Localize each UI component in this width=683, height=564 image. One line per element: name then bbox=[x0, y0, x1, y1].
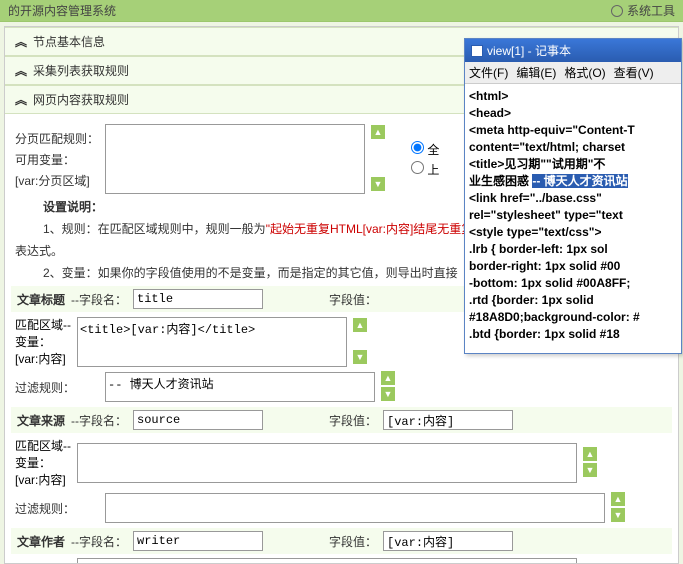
paging-var-value: [var:分页区域] bbox=[15, 172, 99, 189]
source-filter-textarea[interactable] bbox=[105, 493, 605, 523]
paging-rule-label: 分页匹配规则： bbox=[15, 130, 99, 147]
spin-up-icon[interactable]: ▲ bbox=[381, 371, 395, 385]
var-label: 变量： bbox=[15, 333, 71, 350]
chevron-up-icon: ︽ bbox=[15, 33, 27, 50]
notepad-body[interactable]: <html> <head> <meta http-equiv="Content-… bbox=[465, 84, 681, 347]
filter-label: 过滤规则： bbox=[15, 379, 99, 396]
writer-area-textarea[interactable] bbox=[77, 558, 577, 564]
title-filter-textarea[interactable]: -- 博天人才资讯站 bbox=[105, 372, 375, 402]
spin-down-icon[interactable]: ▼ bbox=[611, 508, 625, 522]
system-tool-button[interactable]: 系统工具 bbox=[611, 2, 675, 19]
var-value: [var:内容] bbox=[15, 350, 71, 367]
radio-all[interactable]: 全 bbox=[411, 141, 439, 158]
writer-fieldname-input[interactable] bbox=[133, 531, 263, 551]
spin-up-icon[interactable]: ▲ bbox=[353, 318, 367, 332]
notepad-selection: -- 博天人才资讯站 bbox=[532, 174, 627, 188]
paging-var-label: 可用变量： bbox=[15, 151, 99, 168]
spin-up-icon[interactable]: ▲ bbox=[583, 447, 597, 461]
notepad-icon bbox=[471, 45, 483, 57]
notepad-window[interactable]: view[1] - 记事本 文件(F) 编辑(E) 格式(O) 查看(V) <h… bbox=[464, 38, 682, 354]
spin-down-icon[interactable]: ▼ bbox=[381, 387, 395, 401]
source-area-textarea[interactable] bbox=[77, 443, 577, 483]
menu-format[interactable]: 格式(O) bbox=[564, 64, 605, 81]
notepad-menubar: 文件(F) 编辑(E) 格式(O) 查看(V) bbox=[465, 62, 681, 84]
title-fieldname-input[interactable] bbox=[133, 289, 263, 309]
match-area-label: 匹配区域-- bbox=[15, 316, 71, 333]
app-title: 的开源内容管理系统 bbox=[8, 2, 116, 19]
radio-up[interactable]: 上 bbox=[411, 161, 439, 178]
paging-rule-textarea[interactable] bbox=[105, 124, 365, 194]
menu-edit[interactable]: 编辑(E) bbox=[516, 64, 556, 81]
spin-down-icon[interactable]: ▼ bbox=[371, 177, 385, 191]
chevron-up-icon: ︽ bbox=[15, 91, 27, 108]
chevron-up-icon: ︽ bbox=[15, 62, 27, 79]
spinner: ▲▼ bbox=[371, 125, 385, 193]
source-fieldvalue-input[interactable] bbox=[383, 410, 513, 430]
writer-fieldvalue-input[interactable] bbox=[383, 531, 513, 551]
source-fieldname-input[interactable] bbox=[133, 410, 263, 430]
spin-up-icon[interactable]: ▲ bbox=[611, 492, 625, 506]
menu-view[interactable]: 查看(V) bbox=[614, 64, 654, 81]
spin-up-icon[interactable]: ▲ bbox=[371, 125, 385, 139]
title-area-textarea[interactable]: <title>[var:内容]</title> bbox=[77, 317, 347, 367]
menu-file[interactable]: 文件(F) bbox=[469, 64, 508, 81]
gear-icon bbox=[611, 5, 623, 17]
desc-header: 设置说明： bbox=[43, 200, 103, 214]
spin-down-icon[interactable]: ▼ bbox=[583, 463, 597, 477]
top-bar: 的开源内容管理系统 系统工具 bbox=[0, 0, 683, 22]
section-writer-header: 文章作者--字段名： 字段值： bbox=[11, 528, 672, 554]
spin-down-icon[interactable]: ▼ bbox=[353, 350, 367, 364]
section-source-header: 文章来源--字段名： 字段值： bbox=[11, 407, 672, 433]
notepad-titlebar[interactable]: view[1] - 记事本 bbox=[465, 39, 681, 62]
